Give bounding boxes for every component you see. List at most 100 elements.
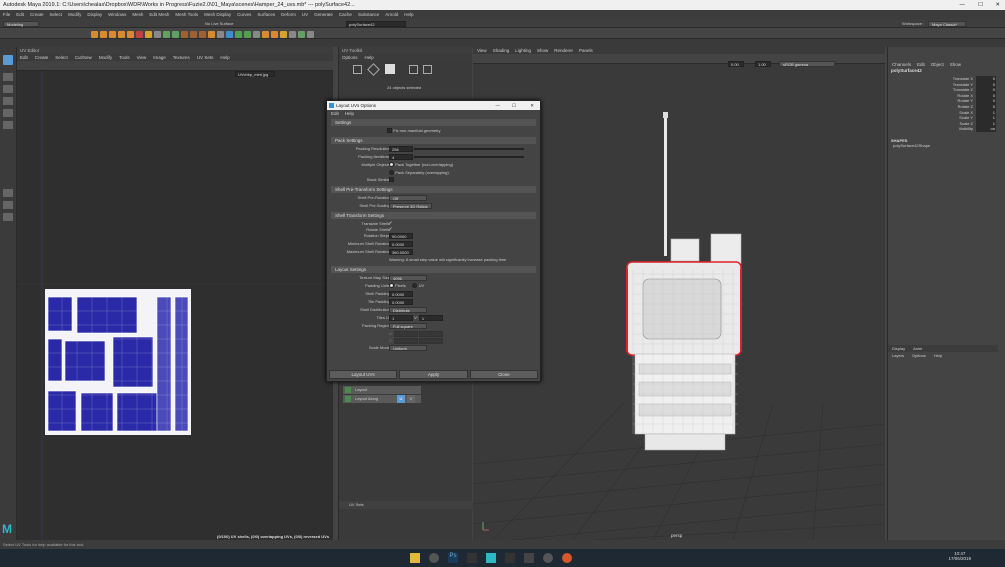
object-name-field[interactable]: polySurface42 (346, 21, 406, 27)
menu-generate[interactable]: Generate (314, 10, 333, 19)
toolkit-menu-options[interactable]: Options (342, 54, 358, 61)
object-mode-icon[interactable] (385, 64, 395, 74)
toolkit-menu-help[interactable]: Help (365, 54, 374, 61)
channel-tab-channels[interactable]: Channels (892, 61, 911, 68)
shell-pre-rotation-dropdown[interactable]: Off (389, 195, 427, 202)
menu-edit-mesh[interactable]: Edit Mesh (149, 10, 169, 19)
move-tool-icon[interactable] (3, 97, 13, 105)
cone-icon[interactable] (118, 31, 125, 38)
min-rotation-field[interactable]: 0.0000 (389, 241, 413, 248)
uv-menu-select[interactable]: Select (55, 54, 68, 61)
triangulate-icon[interactable] (280, 31, 287, 38)
menu-display[interactable]: Display (87, 10, 102, 19)
menu-mesh-tools[interactable]: Mesh Tools (175, 10, 198, 19)
uv-mode-icon[interactable] (423, 65, 432, 74)
menu-cache[interactable]: Cache (339, 10, 352, 19)
layout-along-button[interactable]: Layout Along U V (343, 395, 421, 403)
tiles-u-field[interactable]: 1 (389, 315, 413, 322)
menu-help[interactable]: Help (404, 10, 413, 19)
layer-tab-display[interactable]: Display (892, 345, 905, 352)
uv-sets-section[interactable]: UV Sets (339, 501, 473, 509)
checker-icon[interactable] (298, 31, 305, 38)
menu-uv[interactable]: UV (302, 10, 308, 19)
menu-substance[interactable]: Substance (358, 10, 379, 19)
channel-tab-object[interactable]: Object (931, 61, 944, 68)
viewport-menu-renderer[interactable]: Renderer (554, 47, 573, 54)
smooth-icon[interactable] (217, 31, 224, 38)
menu-arnold[interactable]: Arnold (385, 10, 398, 19)
shell-padding-field[interactable]: 0.0000 (389, 291, 413, 298)
shell-pre-transform-section[interactable]: Shell Pre-Transform Settings (331, 186, 536, 193)
layout-side-icon[interactable] (3, 213, 13, 221)
menu-create[interactable]: Create (30, 10, 44, 19)
platonic-icon[interactable] (154, 31, 161, 38)
layout-single-icon[interactable] (3, 189, 13, 197)
layout-settings-section[interactable]: Layout Settings (331, 266, 536, 273)
mode-selector[interactable]: Modeling (3, 21, 39, 27)
planar-map-icon[interactable] (244, 31, 251, 38)
stack-similar-checkbox[interactable] (389, 177, 394, 183)
steam-icon[interactable] (543, 553, 553, 563)
dialog-menu-help[interactable]: Help (345, 110, 354, 117)
uv-menu-help[interactable]: Help (220, 54, 229, 61)
packing-iterations-field[interactable]: 4 (389, 154, 413, 161)
uv-tile[interactable] (45, 289, 191, 435)
history-icon[interactable] (307, 31, 314, 38)
sphere-icon[interactable] (91, 31, 98, 38)
photoshop-icon[interactable]: Ps (448, 553, 458, 563)
rotate-shells-check[interactable]: ✔ (389, 226, 392, 231)
rotate-tool-icon[interactable] (3, 109, 13, 117)
menu-select[interactable]: Select (50, 10, 63, 19)
uv-icon[interactable] (235, 31, 242, 38)
uv-menu-edit[interactable]: Edit (20, 54, 28, 61)
shell-distribution-dropdown[interactable]: Distribute (389, 307, 427, 314)
packing-region-dropdown[interactable]: Full square (389, 323, 427, 330)
layer-menu-options[interactable]: Options (912, 352, 926, 359)
layout-four-icon[interactable] (3, 201, 13, 209)
vertex-mode-icon[interactable] (367, 63, 380, 76)
packing-iterations-slider[interactable] (414, 155, 525, 158)
disk-icon[interactable] (145, 31, 152, 38)
torus-icon[interactable] (136, 31, 143, 38)
close-button[interactable]: ✕ (995, 0, 1000, 10)
uv-radio[interactable] (412, 283, 418, 289)
translate-shells-check[interactable]: ✔ (389, 220, 392, 225)
menu-mesh[interactable]: Mesh (132, 10, 143, 19)
max-rotation-field[interactable]: 360.0000 (389, 249, 413, 256)
plane-icon[interactable] (127, 31, 134, 38)
viewport-menu-panels[interactable]: Panels (579, 47, 593, 54)
3dsmax-icon[interactable] (524, 553, 534, 563)
uv-menu-create[interactable]: Create (35, 54, 49, 61)
maximize-button[interactable]: ☐ (978, 0, 983, 10)
uv-menu-modify[interactable]: Modify (99, 54, 112, 61)
maya-taskbar-icon[interactable] (486, 553, 496, 563)
menu-modify[interactable]: Modify (68, 10, 81, 19)
layout-button[interactable]: Layout (343, 386, 421, 394)
texture-map-size-dropdown[interactable]: 4096 (389, 275, 427, 282)
fix-nonmanifold-checkbox[interactable] (387, 128, 392, 134)
apply-button[interactable]: Apply (399, 370, 468, 379)
cube-icon[interactable] (100, 31, 107, 38)
file-explorer-icon[interactable] (410, 553, 420, 563)
cylinder-icon[interactable] (109, 31, 116, 38)
pixels-radio[interactable] (389, 283, 394, 289)
combine-icon[interactable] (163, 31, 170, 38)
layout-uvs-button[interactable]: Layout UVs (329, 370, 398, 379)
layout-along-v[interactable]: V (407, 395, 415, 403)
bridge-icon[interactable] (190, 31, 197, 38)
mirror-icon[interactable] (262, 31, 269, 38)
menu-windows[interactable]: Windows (108, 10, 126, 19)
taskbar-clock[interactable]: 10:47 17/06/2019 (948, 551, 971, 561)
layer-tab-anim[interactable]: Anim (913, 345, 922, 352)
substance-icon[interactable] (467, 553, 477, 563)
rotation-steps-field[interactable]: 90.0000 (389, 233, 413, 240)
bool-icon[interactable] (208, 31, 215, 38)
viewport-menu-show[interactable]: Show (537, 47, 548, 54)
radio-model[interactable] (626, 112, 742, 451)
layout-along-u[interactable]: U (397, 395, 405, 403)
live-surface[interactable]: No Live Surface (205, 21, 233, 26)
tiles-v-field[interactable]: 1 (418, 315, 443, 322)
packing-resolution-field[interactable]: 256 (389, 146, 413, 153)
uv-menu-view[interactable]: View (137, 54, 147, 61)
viewport-menu-lighting[interactable]: Lighting (515, 47, 531, 54)
